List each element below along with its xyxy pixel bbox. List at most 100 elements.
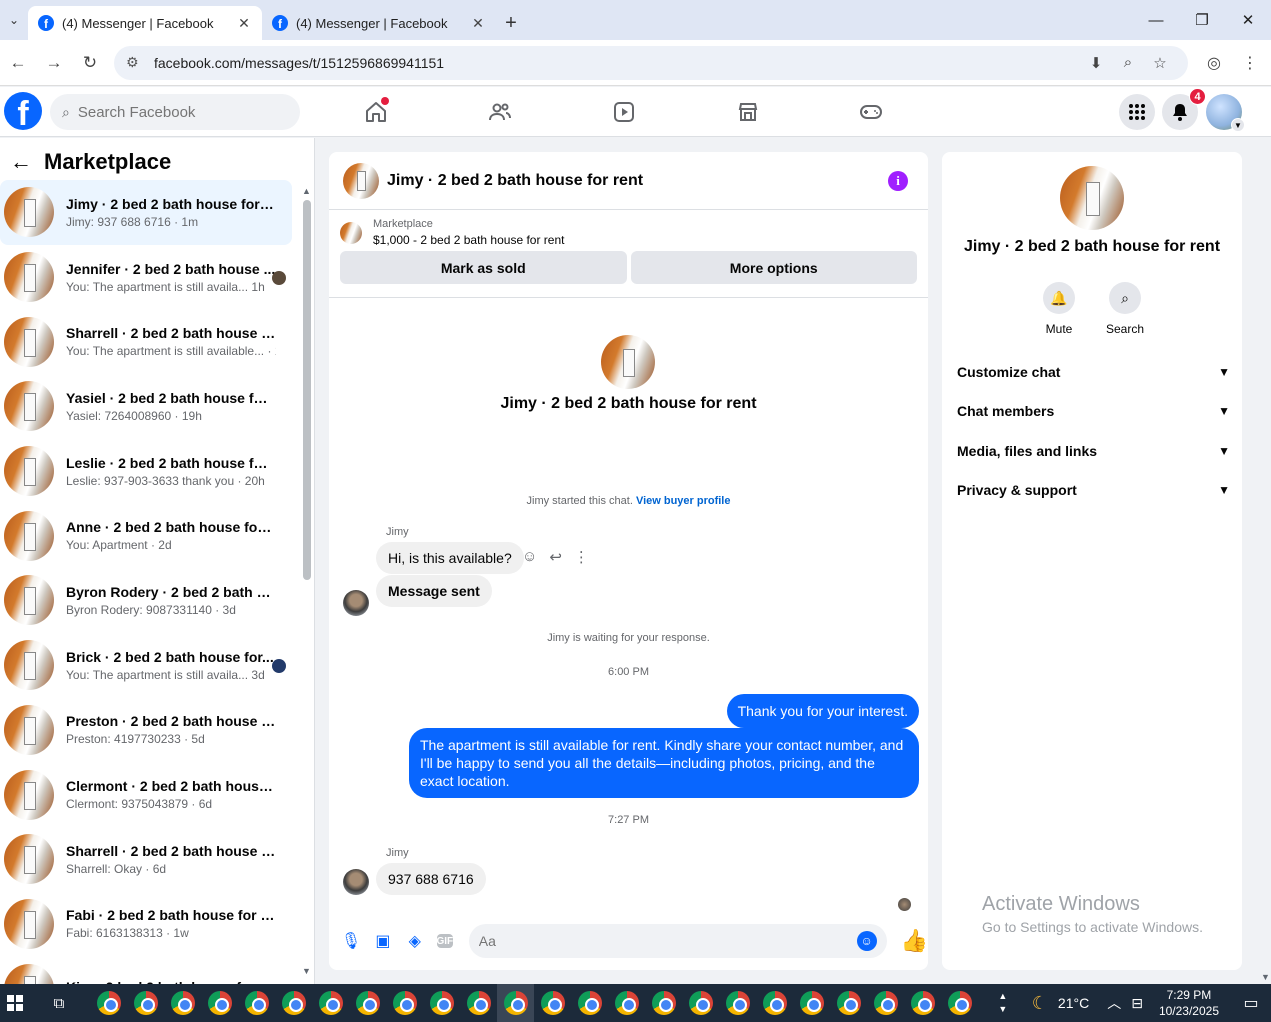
info-menu-item[interactable]: Customize chat ▼ [957,352,1230,392]
conversation-item[interactable]: Sharrell · 2 bed 2 bath house for... Shar… [0,827,294,892]
sidebar-scrollbar[interactable]: ▲ ▼ [300,186,314,976]
friends-nav-icon[interactable] [485,97,515,127]
conversation-item[interactable]: Preston · 2 bed 2 bath house for... Prest… [0,698,294,763]
browser-tab-1[interactable]: f (4) Messenger | Facebook ✕ [28,6,262,40]
gaming-nav-icon[interactable] [856,97,886,127]
conversation-item[interactable]: Clermont · 2 bed 2 bath house f... Clermo… [0,762,294,827]
chrome-taskbar-icon[interactable] [682,984,719,1022]
info-menu-item[interactable]: Privacy & support ▼ [957,471,1230,511]
chrome-taskbar-icon[interactable] [90,984,127,1022]
listing-thumbnail[interactable] [340,221,362,244]
view-buyer-profile-link[interactable]: View buyer profile [636,495,731,507]
chrome-taskbar-icon[interactable] [312,984,349,1022]
react-emoji-icon[interactable]: ☺ [522,548,537,566]
chrome-taskbar-icon[interactable] [608,984,645,1022]
clock[interactable]: 7:29 PM 10/23/2025 [1159,987,1219,1019]
reload-icon[interactable]: ↻ [72,45,108,81]
zoom-icon[interactable]: ⌕ [1112,54,1144,71]
bookmark-star-icon[interactable]: ☆ [1144,54,1176,72]
chrome-taskbar-icon[interactable] [386,984,423,1022]
chrome-taskbar-icon[interactable] [756,984,793,1022]
back-arrow-icon[interactable]: ← [10,149,32,175]
outgoing-message[interactable]: Thank you for your interest. [726,694,919,728]
weather-icon[interactable]: ☾ [1032,993,1048,1014]
conversation-item[interactable]: Jimy · 2 bed 2 bath house for rent Jimy: … [0,180,292,245]
mark-as-sold-button[interactable]: Mark as sold [340,251,627,284]
site-info-icon[interactable]: ⚙ [126,54,148,71]
chrome-taskbar-icon[interactable] [571,984,608,1022]
scroll-down-icon[interactable]: ▼ [1261,972,1270,982]
marketplace-nav-icon[interactable] [733,97,763,127]
microphone-icon[interactable]: 🎙 [341,931,361,951]
notifications-button[interactable]: 4 [1162,88,1206,130]
notification-center-icon[interactable]: ▭ [1231,993,1271,1013]
chrome-taskbar-icon[interactable] [127,984,164,1022]
chrome-taskbar-icon[interactable] [201,984,238,1022]
incoming-message[interactable]: 937 688 6716 [376,863,486,895]
browser-tab-2[interactable]: f (4) Messenger | Facebook ✕ [262,6,496,40]
scrollbar-thumb[interactable] [303,200,311,580]
chrome-taskbar-icon[interactable] [719,984,756,1022]
close-tab-icon[interactable]: ✕ [236,15,252,32]
close-window-icon[interactable]: ✕ [1225,0,1271,40]
info-menu-item[interactable]: Media, files and links ▼ [957,431,1230,471]
conversation-item[interactable]: Anne · 2 bed 2 bath house for r... You: A… [0,503,294,568]
address-bar[interactable]: ⚙ facebook.com/messages/t/15125968699411… [114,45,1188,80]
back-arrow-icon[interactable]: ← [0,45,36,81]
chrome-taskbar-icon[interactable] [793,984,830,1022]
image-icon[interactable]: ▣ [373,931,393,951]
gif-icon[interactable]: GIF [436,934,453,948]
search-in-chat-button[interactable]: ⌕ Search [1106,282,1144,336]
network-icon[interactable]: ⊟ [1131,995,1143,1012]
home-nav-icon[interactable] [361,97,391,127]
incoming-message[interactable]: Message sent [376,575,492,607]
temperature[interactable]: 21°C [1058,995,1089,1011]
chrome-taskbar-icon[interactable] [941,984,978,1022]
chrome-taskbar-icon[interactable] [275,984,312,1022]
reply-icon[interactable]: ↩ [549,548,562,566]
conversation-item[interactable]: Sharrell · 2 bed 2 bath house for... You:… [0,309,294,374]
listing-price[interactable]: $1,000 - 2 bed 2 bath house for rent [373,233,564,247]
emoji-icon[interactable]: ☺ [856,931,877,951]
chrome-taskbar-icon[interactable] [534,984,571,1022]
chrome-taskbar-icon[interactable] [349,984,386,1022]
facebook-logo-icon[interactable]: f [4,92,42,130]
sticker-icon[interactable]: ◈ [405,931,425,951]
chrome-taskbar-icon[interactable] [645,984,682,1022]
forward-arrow-icon[interactable]: → [36,45,72,81]
account-avatar[interactable]: ▼ [1206,94,1245,132]
restore-icon[interactable]: ❐ [1179,0,1225,40]
conversation-item[interactable]: Yasiel · 2 bed 2 bath house for r... Yasi… [0,374,294,439]
start-button[interactable] [0,984,30,1022]
conversation-item[interactable]: Leslie · 2 bed 2 bath house for r... Lesl… [0,439,294,504]
info-menu-item[interactable]: Chat members ▼ [957,392,1230,432]
sender-avatar[interactable] [343,869,369,895]
video-nav-icon[interactable] [609,97,639,127]
close-tab-icon[interactable]: ✕ [470,15,486,32]
scroll-down-icon[interactable]: ▼ [302,966,311,976]
info-icon[interactable]: i [888,170,908,191]
page-scrollbar[interactable]: ▼ [1259,138,1271,984]
chrome-taskbar-icon[interactable] [904,984,941,1022]
sender-avatar[interactable] [343,590,369,616]
show-hidden-icons-icon[interactable]: ︿ [1107,993,1121,1013]
scroll-up-icon[interactable]: ▲ [302,186,311,196]
outgoing-message[interactable]: The apartment is still available for ren… [409,728,919,798]
new-tab-button[interactable]: + [496,6,526,40]
more-options-button[interactable]: More options [630,251,917,284]
message-input-box[interactable]: ☺ [468,924,887,958]
browser-menu-icon[interactable]: ⋮ [1232,53,1268,73]
chrome-taskbar-icon[interactable] [460,984,497,1022]
minimize-icon[interactable]: — [1133,0,1179,40]
chrome-taskbar-icon[interactable] [830,984,867,1022]
menu-grid-button[interactable] [1119,94,1155,130]
info-avatar[interactable] [1060,166,1124,230]
chrome-taskbar-icon[interactable] [164,984,201,1022]
taskbar-scroll-icon[interactable]: ▲ ▼ [996,990,1010,1016]
more-vertical-icon[interactable]: ⋮ [574,548,589,566]
chrome-taskbar-icon[interactable] [867,984,904,1022]
install-app-icon[interactable]: ⬇ [1080,54,1112,72]
conversation-item[interactable]: Brick · 2 bed 2 bath house for... You: Th… [0,633,294,698]
profile-icon[interactable]: ◎ [1196,53,1232,73]
chrome-taskbar-icon[interactable] [238,984,275,1022]
